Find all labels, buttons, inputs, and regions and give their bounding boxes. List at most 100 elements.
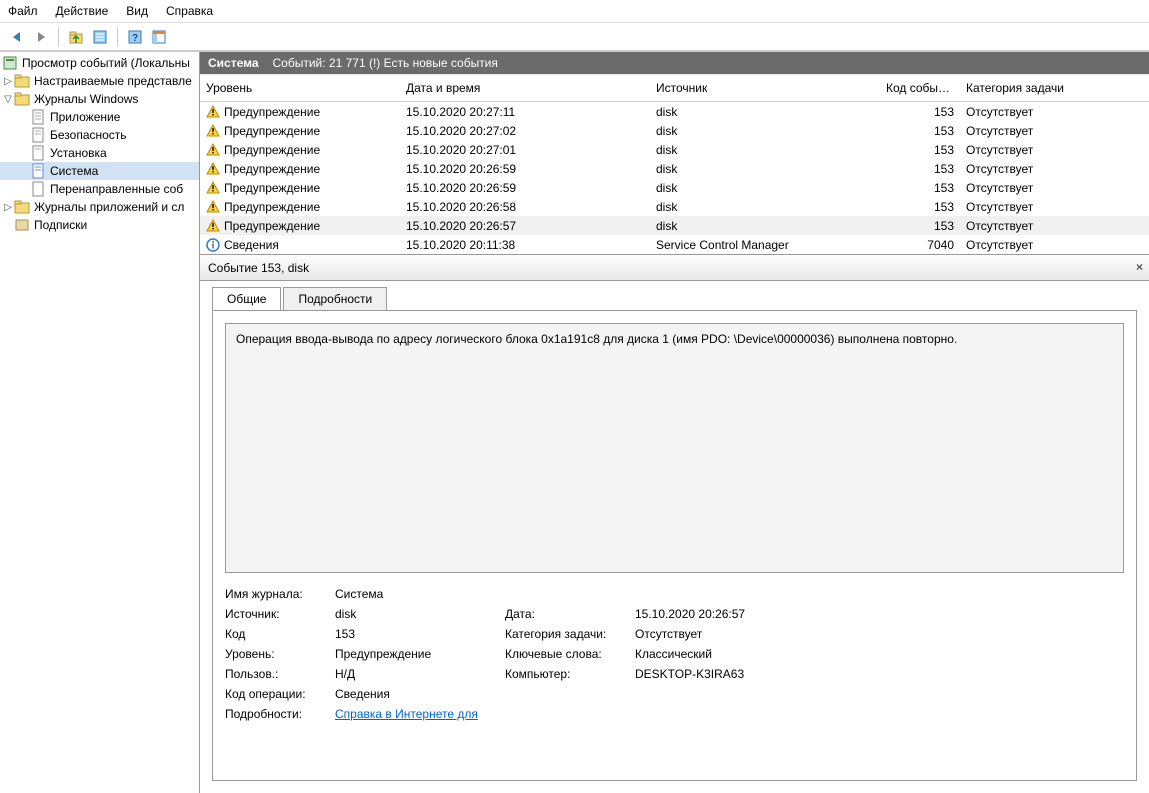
col-category[interactable]: Категория задачи (960, 81, 1149, 95)
menubar: Файл Действие Вид Справка (0, 0, 1149, 22)
back-button[interactable] (6, 26, 28, 48)
event-description: Операция ввода-вывода по адресу логическ… (225, 323, 1124, 573)
col-level[interactable]: Уровень (200, 81, 400, 95)
lbl-source: Источник: (225, 607, 325, 621)
log-icon (30, 181, 46, 197)
menu-help[interactable]: Справка (166, 4, 213, 18)
menu-file[interactable]: Файл (8, 4, 38, 18)
val-user: Н/Д (335, 667, 495, 681)
menu-view[interactable]: Вид (126, 4, 148, 18)
col-event-id[interactable]: Код события (880, 81, 960, 95)
tree-setup[interactable]: Установка (0, 144, 199, 162)
cell-id: 153 (880, 200, 960, 214)
tree-label: Подписки (34, 218, 87, 232)
tree-forwarded[interactable]: Перенаправленные соб (0, 180, 199, 198)
lbl-code: Код (225, 627, 325, 641)
tree-label: Настраиваемые представле (34, 74, 192, 88)
log-icon (30, 127, 46, 143)
event-viewer-icon (2, 55, 18, 71)
tree-label: Перенаправленные соб (50, 182, 183, 196)
cell-source: disk (650, 181, 880, 195)
tree-security[interactable]: Безопасность (0, 126, 199, 144)
svg-text:?: ? (132, 33, 138, 44)
layout-button[interactable] (148, 26, 170, 48)
lbl-opcode: Код операции: (225, 687, 325, 701)
grid-header: Уровень Дата и время Источник Код событи… (200, 74, 1149, 102)
warning-icon (206, 143, 220, 157)
forward-button[interactable] (30, 26, 52, 48)
cell-date: 15.10.2020 20:27:02 (400, 124, 650, 138)
warning-icon (206, 124, 220, 138)
detail-title: Событие 153, disk (208, 261, 309, 275)
table-row[interactable]: Предупреждение15.10.2020 20:27:11disk153… (200, 102, 1149, 121)
lbl-level: Уровень: (225, 647, 325, 661)
cell-category: Отсутствует (960, 143, 1149, 157)
cell-category: Отсутствует (960, 200, 1149, 214)
tab-panel-general: Операция ввода-вывода по адресу логическ… (212, 310, 1137, 781)
toolbar: ? (0, 22, 1149, 52)
tab-general[interactable]: Общие (212, 287, 281, 310)
cell-source: disk (650, 219, 880, 233)
table-row[interactable]: Предупреждение15.10.2020 20:27:01disk153… (200, 140, 1149, 159)
folder-icon (14, 199, 30, 215)
properties-button[interactable] (89, 26, 111, 48)
tree-label: Журналы приложений и сл (34, 200, 184, 214)
table-row[interactable]: Предупреждение15.10.2020 20:26:57disk153… (200, 216, 1149, 235)
folder-icon (14, 73, 30, 89)
table-row[interactable]: Предупреждение15.10.2020 20:26:58disk153… (200, 197, 1149, 216)
lbl-more: Подробности: (225, 707, 325, 721)
tree-label: Журналы Windows (34, 92, 138, 106)
cell-category: Отсутствует (960, 105, 1149, 119)
log-icon (30, 163, 46, 179)
cell-category: Отсутствует (960, 162, 1149, 176)
cell-id: 153 (880, 219, 960, 233)
tree-label: Просмотр событий (Локальны (22, 56, 190, 70)
table-row[interactable]: Предупреждение15.10.2020 20:26:59disk153… (200, 178, 1149, 197)
toolbar-separator (58, 27, 59, 47)
table-row[interactable]: Предупреждение15.10.2020 20:26:59disk153… (200, 159, 1149, 178)
tree-root[interactable]: Просмотр событий (Локальны (0, 54, 199, 72)
warning-icon (206, 200, 220, 214)
detail-header: Событие 153, disk × (200, 255, 1149, 281)
lbl-log: Имя журнала: (225, 587, 325, 601)
close-icon[interactable]: × (1136, 260, 1143, 274)
col-source[interactable]: Источник (650, 81, 880, 95)
tree-system[interactable]: Система (0, 162, 199, 180)
cell-date: 15.10.2020 20:11:38 (400, 238, 650, 252)
tree-custom-views[interactable]: ▷ Настраиваемые представле (0, 72, 199, 90)
tree-app-services[interactable]: ▷ Журналы приложений и сл (0, 198, 199, 216)
tab-details[interactable]: Подробности (283, 287, 387, 310)
val-opcode: Сведения (335, 687, 1124, 701)
toolbar-separator (117, 27, 118, 47)
help-button[interactable]: ? (124, 26, 146, 48)
menu-action[interactable]: Действие (56, 4, 109, 18)
cell-id: 7040 (880, 238, 960, 252)
cell-source: Service Control Manager (650, 238, 880, 252)
table-row[interactable]: Предупреждение15.10.2020 20:27:02disk153… (200, 121, 1149, 140)
up-button[interactable] (65, 26, 87, 48)
tree-label: Безопасность (50, 128, 127, 142)
col-date[interactable]: Дата и время (400, 81, 650, 95)
tree-subscriptions[interactable]: Подписки (0, 216, 199, 234)
log-title: Система (208, 56, 259, 70)
tree-windows-logs[interactable]: ▽ Журналы Windows (0, 90, 199, 108)
cell-date: 15.10.2020 20:26:59 (400, 181, 650, 195)
val-category: Отсутствует (635, 627, 1124, 641)
event-grid: Уровень Дата и время Источник Код событи… (200, 74, 1149, 255)
cell-date: 15.10.2020 20:27:11 (400, 105, 650, 119)
lbl-keywords: Ключевые слова: (505, 647, 625, 661)
tree-label: Система (50, 164, 98, 178)
val-level: Предупреждение (335, 647, 495, 661)
cell-category: Отсутствует (960, 181, 1149, 195)
cell-level: Предупреждение (224, 105, 320, 119)
info-icon (206, 238, 220, 252)
cell-date: 15.10.2020 20:26:57 (400, 219, 650, 233)
cell-date: 15.10.2020 20:26:58 (400, 200, 650, 214)
tree-application[interactable]: Приложение (0, 108, 199, 126)
lbl-user: Пользов.: (225, 667, 325, 681)
help-link[interactable]: Справка в Интернете для (335, 707, 478, 721)
val-date: 15.10.2020 20:26:57 (635, 607, 1124, 621)
table-row[interactable]: Сведения15.10.2020 20:11:38Service Contr… (200, 235, 1149, 254)
content-header: Система Событий: 21 771 (!) Есть новые с… (200, 52, 1149, 74)
cell-level: Предупреждение (224, 162, 320, 176)
